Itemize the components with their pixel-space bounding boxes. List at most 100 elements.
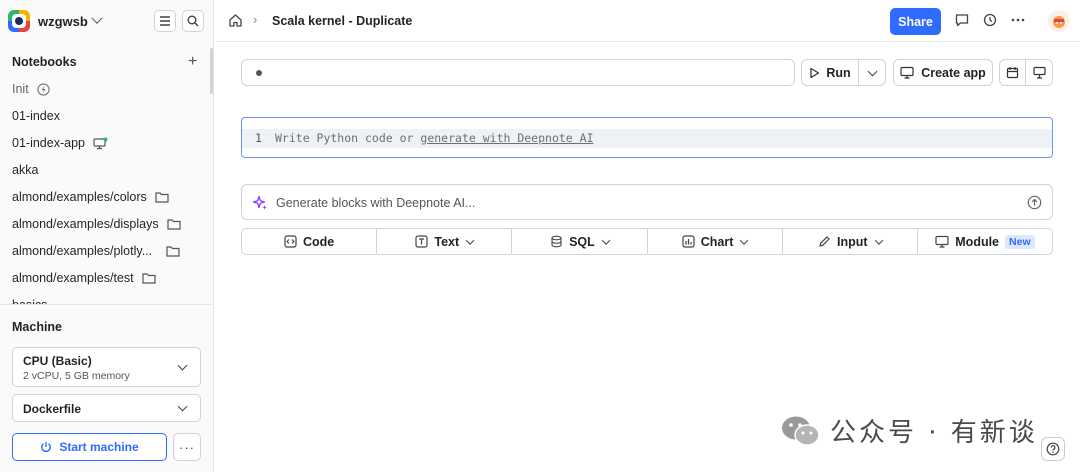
run-label: Run	[826, 65, 851, 80]
help-icon	[1046, 442, 1060, 456]
machine-title: Machine	[12, 320, 63, 334]
add-code-block-button[interactable]: Code	[242, 229, 378, 254]
search-button[interactable]	[182, 10, 204, 32]
sidebar-item-init[interactable]: Init	[12, 82, 50, 96]
avatar[interactable]	[1048, 10, 1070, 32]
notebooks-section: Notebooks + Init 01-index 01-index-app a…	[0, 48, 210, 305]
chevron-down-icon	[601, 235, 611, 245]
add-module-block-button[interactable]: Module New	[918, 229, 1052, 254]
add-input-block-button[interactable]: Input	[783, 229, 918, 254]
presentation-button[interactable]	[1025, 59, 1053, 86]
sidebar-scrollbar[interactable]	[210, 48, 213, 94]
sidebar-item-label: Init	[12, 82, 29, 96]
workspace-name[interactable]: wzgwsb	[38, 14, 88, 29]
watermark: 公众号 · 有新谈	[780, 412, 1038, 449]
chevron-down-icon	[867, 66, 878, 77]
status-dot-icon	[256, 70, 262, 76]
text-label: Text	[434, 234, 460, 249]
sidebar-item-colors[interactable]: almond/examples/colors	[12, 190, 169, 204]
cpu-spec: 2 vCPU, 5 GB memory	[23, 370, 130, 382]
presentation-icon	[1032, 66, 1046, 79]
run-button[interactable]: Run	[801, 59, 859, 86]
sidebar-item-01-index[interactable]: 01-index	[12, 109, 60, 123]
chart-icon	[682, 235, 695, 248]
schedule-button[interactable]	[999, 59, 1026, 86]
folder-icon	[141, 273, 156, 284]
start-machine-label: Start machine	[59, 440, 139, 454]
app-monitor-icon	[93, 137, 108, 149]
chevron-down-icon	[465, 235, 475, 245]
power-icon	[41, 442, 52, 452]
user-avatar-icon	[1053, 16, 1065, 28]
workspace-header: wzgwsb	[0, 0, 214, 42]
folder-icon	[155, 192, 169, 203]
share-button[interactable]: Share	[890, 8, 941, 35]
cpu-select[interactable]: CPU (Basic) 2 vCPU, 5 GB memory	[12, 347, 201, 387]
cpu-name: CPU (Basic)	[23, 354, 92, 368]
history-icon[interactable]	[982, 12, 998, 28]
database-icon	[551, 235, 562, 248]
code-placeholder: Write Python code or generate with Deepn…	[275, 131, 594, 145]
menu-button[interactable]	[154, 10, 176, 32]
chevron-down-icon	[874, 235, 883, 245]
add-sql-block-button[interactable]: SQL	[512, 229, 648, 254]
sql-label: SQL	[569, 234, 595, 249]
chevron-down-icon	[177, 360, 188, 371]
block-title-input[interactable]	[241, 59, 795, 86]
text-icon	[415, 235, 428, 248]
environment-label: Dockerfile	[23, 402, 82, 416]
chevron-down-icon[interactable]	[91, 12, 103, 24]
calendar-icon	[1006, 67, 1019, 79]
run-options-button[interactable]	[858, 59, 886, 86]
generate-ai-link[interactable]: generate with Deepnote AI	[420, 131, 593, 145]
pencil-icon	[819, 236, 830, 247]
breadcrumb-separator: ›	[253, 12, 258, 27]
sidebar-item-label: almond/examples/displays	[12, 217, 159, 231]
sidebar-item-label: almond/examples/test	[12, 271, 134, 285]
code-cell-editor[interactable]: 1 Write Python code or generate with Dee…	[241, 117, 1053, 158]
machine-more-button[interactable]: ···	[173, 433, 201, 461]
sidebar-item-label: almond/examples/colors	[12, 190, 147, 204]
sidebar-item-label: 01-index	[12, 109, 60, 123]
sidebar-item-label: akka	[12, 163, 39, 177]
sidebar-item-label: 01-index-app	[12, 136, 85, 150]
ai-prompt-placeholder: Generate blocks with Deepnote AI...	[276, 196, 476, 210]
comment-icon[interactable]	[954, 12, 970, 28]
sidebar-item-displays[interactable]: almond/examples/displays	[12, 217, 181, 231]
sparkle-icon	[252, 195, 267, 210]
start-machine-button[interactable]: Start machine	[12, 433, 167, 461]
hamburger-icon	[160, 16, 170, 26]
module-monitor-icon	[935, 235, 949, 248]
code-icon	[284, 235, 297, 248]
search-icon	[187, 15, 199, 27]
send-arrow-up-icon[interactable]	[1027, 195, 1042, 210]
add-block-toolbar: Code Text SQL Chart Input Module New	[241, 228, 1053, 255]
new-badge: New	[1005, 234, 1035, 249]
notebooks-title: Notebooks	[12, 55, 77, 69]
chevron-down-icon	[177, 401, 188, 412]
sidebar-item-plotly[interactable]: almond/examples/plotly...	[12, 244, 180, 258]
line-number: 1	[255, 131, 262, 145]
add-notebook-button[interactable]: +	[188, 54, 197, 70]
code-line[interactable]: 1 Write Python code or generate with Dee…	[242, 129, 1052, 148]
environment-select[interactable]: Dockerfile	[12, 394, 201, 422]
module-label: Module	[955, 234, 1000, 249]
create-app-button[interactable]: Create app	[893, 59, 993, 86]
play-icon	[810, 67, 820, 78]
add-text-block-button[interactable]: Text	[377, 229, 513, 254]
help-button[interactable]	[1041, 437, 1065, 461]
more-horizontal-icon[interactable]	[1010, 12, 1026, 28]
chart-label: Chart	[700, 234, 734, 249]
wechat-logo-icon	[782, 416, 820, 446]
machine-section: Machine CPU (Basic) 2 vCPU, 5 GB memory …	[0, 304, 213, 472]
page-title[interactable]: Scala kernel - Duplicate	[272, 14, 412, 28]
sidebar-item-test[interactable]: almond/examples/test	[12, 271, 156, 285]
workspace-logo-icon[interactable]	[8, 10, 30, 32]
sidebar-item-label: almond/examples/plotly...	[12, 244, 153, 258]
ai-prompt-input[interactable]: Generate blocks with Deepnote AI...	[241, 184, 1053, 220]
add-chart-block-button[interactable]: Chart	[648, 229, 783, 254]
create-app-label: Create app	[921, 65, 986, 80]
home-icon[interactable]	[228, 13, 243, 28]
sidebar-item-akka[interactable]: akka	[12, 163, 38, 177]
sidebar-item-01-index-app[interactable]: 01-index-app	[12, 136, 108, 150]
